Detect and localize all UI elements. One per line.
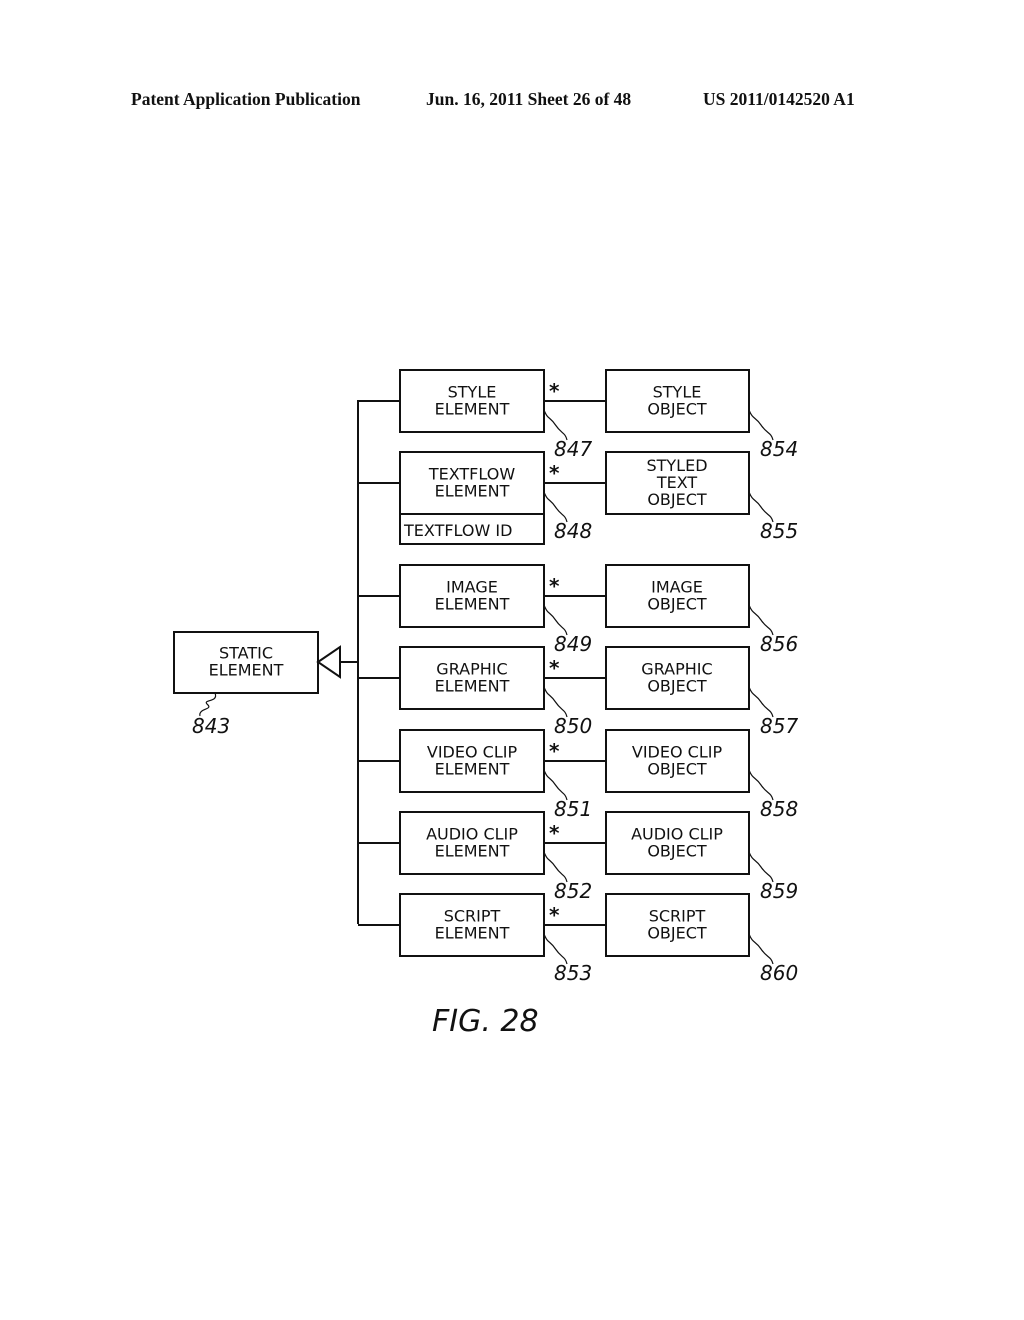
element-reference-number: 847 — [554, 437, 592, 461]
object-label-line: OBJECT — [647, 490, 707, 509]
object-label-line: OBJECT — [647, 924, 707, 943]
object-label-line: OBJECT — [647, 595, 707, 614]
element-label-line: ELEMENT — [435, 760, 510, 779]
leader-line — [543, 491, 568, 523]
figure-caption: FIG. 28 — [432, 1004, 539, 1039]
subclass-row: IMAGEELEMENT* IMAGEOBJECT849 856 — [358, 564, 798, 656]
object-label-line: OBJECT — [647, 677, 707, 696]
subclass-row: VIDEO CLIPELEMENT* VIDEO CLIPOBJECT851 858 — [358, 729, 798, 821]
leader-line — [543, 769, 568, 801]
element-reference-number: 850 — [554, 714, 592, 738]
element-attribute: TEXTFLOW ID — [403, 521, 512, 540]
element-reference-number: 848 — [554, 519, 592, 543]
element-reference-number: 853 — [554, 961, 592, 985]
object-reference-number: 858 — [760, 797, 798, 821]
leader-line — [543, 851, 568, 883]
element-label-line: ELEMENT — [435, 595, 510, 614]
object-reference-number: 859 — [760, 879, 798, 903]
leader-line — [748, 604, 774, 636]
object-reference-number: 855 — [760, 519, 798, 543]
leader-line — [543, 604, 568, 636]
leader-line — [748, 851, 774, 883]
leader-line — [748, 491, 774, 523]
subclass-row: SCRIPTELEMENT* SCRIPTOBJECT853 860 — [358, 893, 798, 985]
leader-line — [543, 686, 568, 718]
static-element-node: STATICELEMENT843 — [173, 400, 359, 924]
static-element-label-line: ELEMENT — [209, 661, 284, 680]
object-reference-number: 856 — [760, 632, 798, 656]
element-reference-number: 849 — [554, 632, 592, 656]
element-label-line: ELEMENT — [435, 842, 510, 861]
object-reference-number: 854 — [760, 437, 798, 461]
element-reference-number: 851 — [554, 797, 592, 821]
leader-line — [543, 933, 568, 965]
multiplicity-marker: * — [549, 461, 560, 485]
inheritance-arrow-icon — [316, 645, 341, 679]
object-reference-number: 857 — [760, 714, 798, 738]
element-label-line: ELEMENT — [435, 400, 510, 419]
subclass-rows: STYLEELEMENT* STYLEOBJECT847 854TEXTFLOWEL… — [358, 369, 798, 985]
multiplicity-marker: * — [549, 379, 560, 403]
multiplicity-marker: * — [549, 656, 560, 680]
object-reference-number: 860 — [760, 961, 798, 985]
multiplicity-marker: * — [549, 739, 560, 763]
leader-line — [748, 769, 774, 801]
element-label-line: ELEMENT — [435, 482, 510, 501]
multiplicity-marker: * — [549, 574, 560, 598]
element-label-line: ELEMENT — [435, 677, 510, 696]
reference-number: 843 — [192, 714, 230, 738]
leader-line — [748, 686, 774, 718]
subclass-row: GRAPHICELEMENT* GRAPHICOBJECT850 857 — [358, 646, 798, 738]
multiplicity-marker: * — [549, 821, 560, 845]
leader-line — [543, 409, 568, 441]
object-label-line: OBJECT — [647, 760, 707, 779]
class-diagram: STATICELEMENT843 STYLEELEMENT* STYLEOBJEC… — [173, 369, 798, 1039]
subclass-row: AUDIO CLIPELEMENT* AUDIO CLIPOBJECT852 859 — [358, 811, 798, 903]
leader-line — [199, 692, 217, 717]
leader-line — [748, 409, 774, 441]
leader-line — [748, 933, 774, 965]
subclass-row: TEXTFLOWELEMENTTEXTFLOW ID* STYLEDTEXTOBJ… — [358, 451, 798, 545]
object-label-line: OBJECT — [647, 842, 707, 861]
element-label-line: ELEMENT — [435, 924, 510, 943]
object-label-line: OBJECT — [647, 400, 707, 419]
multiplicity-marker: * — [549, 903, 560, 927]
subclass-row: STYLEELEMENT* STYLEOBJECT847 854 — [358, 369, 798, 461]
element-reference-number: 852 — [554, 879, 592, 903]
